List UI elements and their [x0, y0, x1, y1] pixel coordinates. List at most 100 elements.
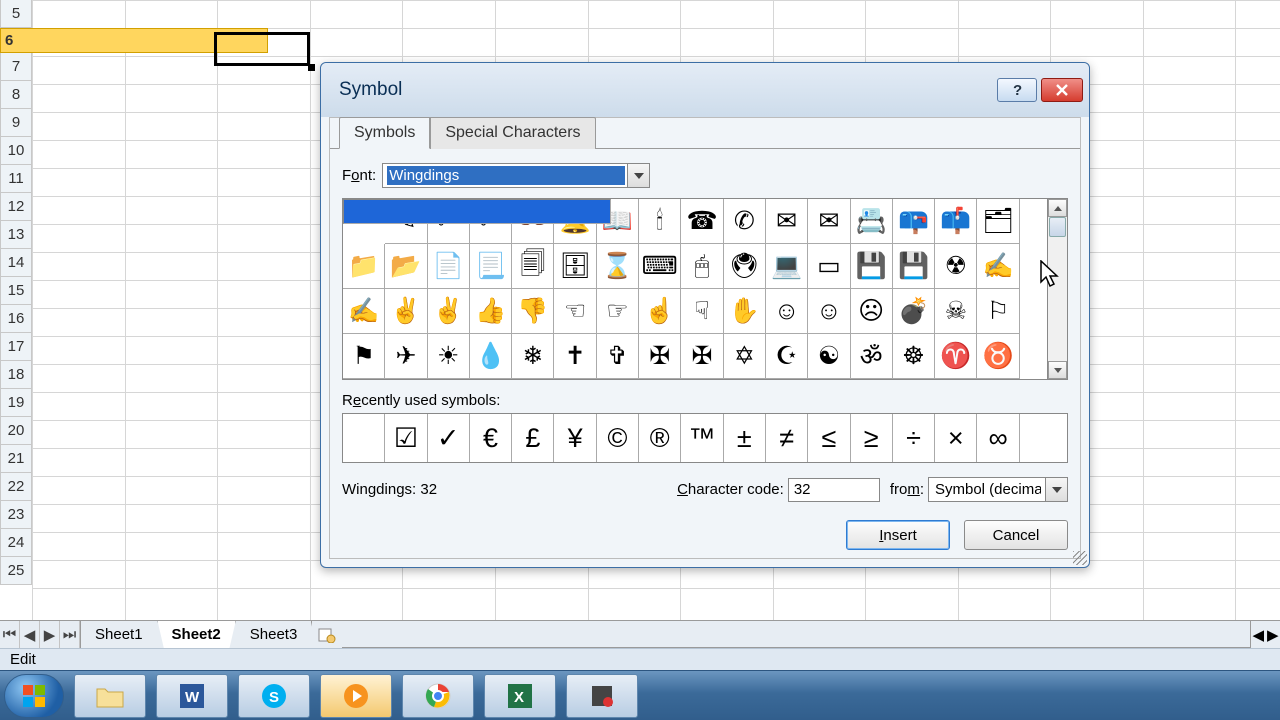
symbol-cell[interactable]: 💣 [893, 289, 935, 334]
symbol-cell[interactable]: 🗄 [554, 244, 596, 289]
row-header[interactable]: 9 [0, 109, 32, 137]
recent-symbol-cell[interactable]: ✓ [428, 414, 470, 462]
row-header[interactable]: 17 [0, 333, 32, 361]
row-header[interactable]: 24 [0, 529, 32, 557]
symbol-cell[interactable]: ✌ [385, 289, 427, 334]
recent-symbol-cell[interactable]: ™ [681, 414, 723, 462]
taskbar-explorer[interactable] [74, 674, 146, 718]
recent-symbol-cell[interactable]: € [470, 414, 512, 462]
symbol-scrollbar[interactable] [1047, 199, 1067, 379]
taskbar-mediaplayer[interactable] [320, 674, 392, 718]
taskbar-word[interactable]: W [156, 674, 228, 718]
symbol-cell[interactable]: ☀ [428, 334, 470, 379]
symbol-cell[interactable]: 📪 [893, 199, 935, 244]
symbol-cell[interactable]: ✍ [977, 244, 1019, 289]
row-header[interactable]: 22 [0, 473, 32, 501]
row-header[interactable]: 8 [0, 81, 32, 109]
recent-symbol-cell[interactable]: ± [724, 414, 766, 462]
symbol-cell[interactable]: 💻 [766, 244, 808, 289]
symbol-cell[interactable]: ☝ [639, 289, 681, 334]
symbol-cell[interactable]: ♈ [935, 334, 977, 379]
scroll-down-button[interactable] [1048, 361, 1067, 379]
recent-symbol-cell[interactable]: © [597, 414, 639, 462]
symbol-cell[interactable]: 📫 [935, 199, 977, 244]
symbol-cell[interactable]: 📇 [851, 199, 893, 244]
symbol-cell[interactable]: ✞ [597, 334, 639, 379]
symbol-cell[interactable]: 🗐 [512, 244, 554, 289]
recent-symbol-cell[interactable]: ¥ [554, 414, 596, 462]
row-header[interactable]: 20 [0, 417, 32, 445]
recent-symbol-cell[interactable]: ≤ [808, 414, 850, 462]
recent-symbol-cell[interactable] [343, 414, 385, 462]
row-header[interactable]: 18 [0, 361, 32, 389]
symbol-cell[interactable]: ☺ [766, 289, 808, 334]
symbol-cell[interactable]: 🕯 [639, 199, 681, 244]
symbol-cell[interactable] [343, 199, 611, 224]
row-header[interactable]: 19 [0, 389, 32, 417]
sheet-tab-3[interactable]: Sheet3 [236, 621, 313, 648]
symbol-cell[interactable]: ✋ [724, 289, 766, 334]
symbol-cell[interactable]: ⚐ [977, 289, 1019, 334]
symbol-cell[interactable]: ✠ [639, 334, 681, 379]
recent-symbol-cell[interactable]: ÷ [893, 414, 935, 462]
font-select[interactable] [382, 163, 650, 188]
symbol-cell[interactable]: ▭ [808, 244, 850, 289]
symbol-cell[interactable]: ☪ [766, 334, 808, 379]
font-dropdown-button[interactable] [627, 164, 649, 187]
symbol-cell[interactable]: ☎ [681, 199, 723, 244]
symbol-cell[interactable]: 🖱 [681, 244, 723, 289]
sheet-tab-2[interactable]: Sheet2 [158, 621, 236, 648]
recent-symbol-cell[interactable]: ∞ [977, 414, 1019, 462]
symbol-cell[interactable]: ☞ [597, 289, 639, 334]
taskbar-app[interactable] [566, 674, 638, 718]
symbol-cell[interactable]: ⚑ [343, 334, 385, 379]
nav-last[interactable]: ⏭ [60, 621, 80, 648]
symbol-cell[interactable]: ☜ [554, 289, 596, 334]
cancel-button[interactable]: Cancel [964, 520, 1068, 550]
row-header[interactable]: 10 [0, 137, 32, 165]
symbol-cell[interactable]: ✝ [554, 334, 596, 379]
sheet-tab-1[interactable]: Sheet1 [81, 621, 158, 648]
dialog-titlebar[interactable]: Symbol ? [321, 63, 1089, 117]
row-header[interactable]: 21 [0, 445, 32, 473]
new-sheet-button[interactable] [312, 621, 342, 648]
scroll-up-button[interactable] [1048, 199, 1067, 217]
font-input[interactable] [387, 166, 625, 185]
from-value[interactable] [933, 480, 1043, 499]
resize-grip[interactable] [1073, 551, 1087, 565]
recent-symbol-cell[interactable]: × [935, 414, 977, 462]
symbol-cell[interactable]: ⌛ [597, 244, 639, 289]
row-header[interactable]: 13 [0, 221, 32, 249]
recent-symbol-cell[interactable]: ® [639, 414, 681, 462]
symbol-cell[interactable]: 📄 [428, 244, 470, 289]
row-header[interactable]: 7 [0, 53, 32, 81]
help-button[interactable]: ? [997, 78, 1037, 102]
row-header[interactable]: 23 [0, 501, 32, 529]
symbol-cell[interactable]: ☹ [851, 289, 893, 334]
symbol-cell[interactable]: ☢ [935, 244, 977, 289]
active-cell[interactable] [214, 32, 310, 66]
symbol-cell[interactable]: ☟ [681, 289, 723, 334]
symbol-cell[interactable]: 🖲 [724, 244, 766, 289]
symbol-cell[interactable]: 📂 [385, 244, 427, 289]
start-button[interactable] [4, 674, 64, 718]
symbol-cell[interactable]: ✆ [724, 199, 766, 244]
row-header[interactable]: 25 [0, 557, 32, 585]
symbol-cell[interactable]: ✠ [681, 334, 723, 379]
recent-symbol-cell[interactable]: ≠ [766, 414, 808, 462]
symbol-cell[interactable]: ❄ [512, 334, 554, 379]
row-header[interactable]: 15 [0, 277, 32, 305]
taskbar-skype[interactable]: S [238, 674, 310, 718]
row-header[interactable]: 12 [0, 193, 32, 221]
taskbar-excel[interactable]: X [484, 674, 556, 718]
row-header[interactable]: 14 [0, 249, 32, 277]
symbol-cell[interactable]: ☺ [808, 289, 850, 334]
symbol-cell[interactable]: 👎 [512, 289, 554, 334]
symbol-cell[interactable]: ॐ [851, 334, 893, 379]
symbol-cell[interactable]: 💾 [893, 244, 935, 289]
charcode-input[interactable] [788, 478, 880, 502]
symbol-cell[interactable]: ✡ [724, 334, 766, 379]
symbol-cell[interactable]: ♉ [977, 334, 1019, 379]
nav-first[interactable]: ⏮ [0, 621, 20, 648]
recent-symbol-cell[interactable]: ☑ [385, 414, 427, 462]
